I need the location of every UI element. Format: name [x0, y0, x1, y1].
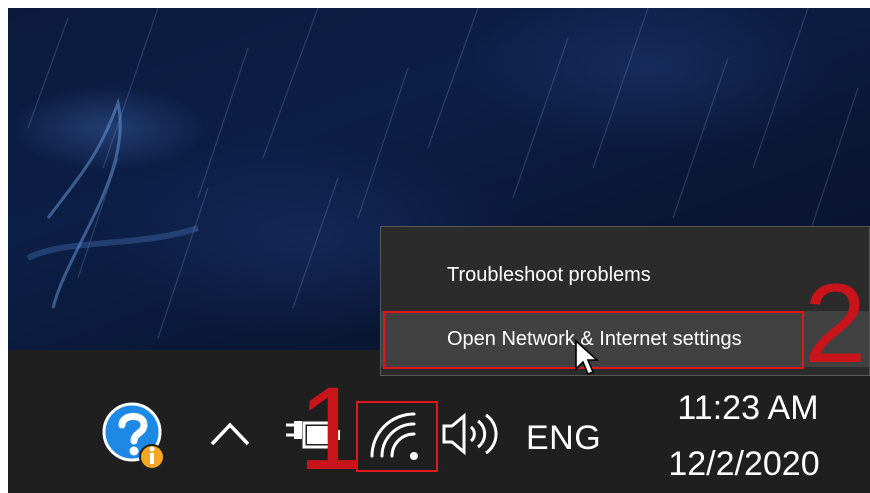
- screenshot-frame: Troubleshoot problems Open Network & Int…: [8, 8, 870, 493]
- help-info-icon[interactable]: [102, 401, 166, 471]
- network-context-menu: Troubleshoot problems Open Network & Int…: [380, 226, 870, 376]
- language-indicator[interactable]: ENG: [526, 418, 601, 458]
- step-2-annotation: 2: [804, 261, 867, 386]
- clock-time[interactable]: 11:23 AM: [648, 388, 848, 428]
- menu-item-open-network-settings[interactable]: Open Network & Internet settings: [381, 311, 869, 367]
- menu-item-troubleshoot[interactable]: Troubleshoot problems: [381, 247, 869, 303]
- chevron-up-icon[interactable]: [208, 416, 252, 450]
- step-1-annotation: 1: [298, 363, 364, 493]
- clock-date[interactable]: 12/2/2020: [644, 444, 844, 484]
- volume-icon[interactable]: [440, 411, 502, 457]
- wifi-icon[interactable]: [368, 412, 426, 462]
- mouse-cursor-icon: [575, 339, 600, 376]
